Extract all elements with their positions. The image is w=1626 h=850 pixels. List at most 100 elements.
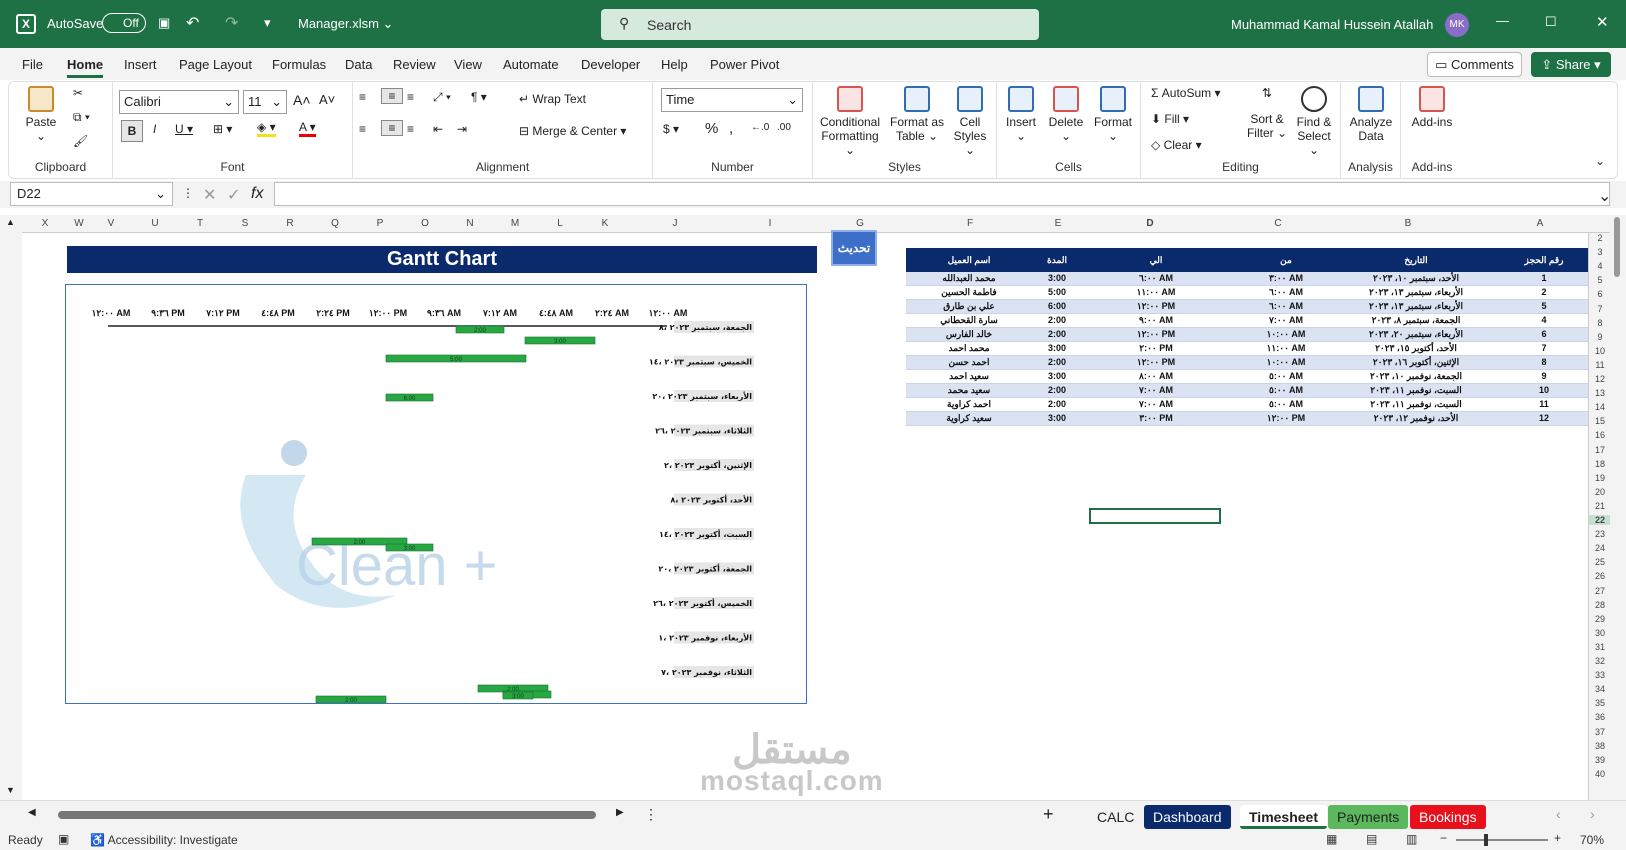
column-header[interactable]: U bbox=[151, 218, 158, 229]
zoom-in-icon[interactable]: + bbox=[1554, 831, 1561, 845]
expand-formula-icon[interactable]: ⌄ bbox=[1598, 186, 1611, 206]
customize-toolbar-icon[interactable]: ▾ bbox=[264, 15, 271, 31]
align-right-icon[interactable]: ≡ bbox=[407, 122, 414, 136]
add-sheet-icon[interactable]: + bbox=[1043, 804, 1054, 825]
row-header[interactable]: 14 bbox=[1589, 402, 1611, 412]
row-header[interactable]: 25 bbox=[1589, 557, 1611, 567]
paste-button[interactable]: Paste ⌄ bbox=[21, 86, 61, 143]
row-header[interactable]: 11 bbox=[1589, 360, 1611, 370]
menu-data[interactable]: Data bbox=[345, 57, 372, 72]
row-header[interactable]: 12 bbox=[1589, 374, 1611, 384]
menu-developer[interactable]: Developer bbox=[581, 57, 640, 72]
font-color-icon[interactable]: A ▾ bbox=[299, 120, 316, 137]
column-header[interactable]: A bbox=[1537, 218, 1544, 229]
row-header[interactable]: 2 bbox=[1589, 233, 1611, 243]
menu-review[interactable]: Review bbox=[393, 57, 436, 72]
enter-icon[interactable]: ✓ bbox=[227, 185, 240, 205]
cancel-icon[interactable]: ✕ bbox=[203, 185, 216, 205]
copy-icon[interactable]: ⧉ ▾ bbox=[73, 110, 90, 125]
user-name[interactable]: Muhammad Kamal Hussein Atallah bbox=[1231, 17, 1433, 32]
column-header[interactable]: Q bbox=[331, 218, 339, 229]
format-painter-icon[interactable]: 🖌 bbox=[73, 134, 88, 148]
page-layout-view-icon[interactable]: ▤ bbox=[1366, 832, 1377, 846]
column-header[interactable]: E bbox=[1055, 218, 1062, 229]
add-ins-button[interactable]: Add-ins bbox=[1405, 86, 1459, 129]
row-header[interactable]: 4 bbox=[1589, 261, 1611, 271]
vertical-scroll-thumb[interactable] bbox=[1614, 217, 1620, 277]
row-header[interactable]: 33 bbox=[1589, 670, 1611, 680]
minimize-icon[interactable]: — bbox=[1496, 13, 1509, 28]
row-header[interactable]: 16 bbox=[1589, 430, 1611, 440]
shrink-font-icon[interactable]: A˅ bbox=[319, 92, 335, 107]
row-header[interactable]: 18 bbox=[1589, 459, 1611, 469]
close-icon[interactable]: ✕ bbox=[1596, 13, 1609, 31]
name-box[interactable]: D22 ⌄ bbox=[10, 182, 173, 206]
sheet-tab-calc[interactable]: CALC bbox=[1088, 805, 1143, 829]
file-name[interactable]: Manager.xlsm ⌄ bbox=[298, 16, 393, 32]
row-header[interactable]: 36 bbox=[1589, 712, 1611, 722]
column-header[interactable]: X bbox=[42, 218, 49, 229]
scroll-up-icon[interactable]: ▲ bbox=[6, 217, 15, 227]
menu-file[interactable]: File bbox=[22, 57, 43, 72]
underline-button[interactable]: U ▾ bbox=[175, 122, 193, 136]
row-header[interactable]: 32 bbox=[1589, 656, 1611, 666]
row-header[interactable]: 19 bbox=[1589, 473, 1611, 483]
accessibility-status[interactable]: ♿ Accessibility: Investigate bbox=[90, 833, 238, 847]
row-header[interactable]: 40 bbox=[1589, 769, 1611, 779]
analyze-data-button[interactable]: Analyze Data bbox=[1345, 86, 1397, 143]
row-header[interactable]: 7 bbox=[1589, 304, 1611, 314]
menu-automate[interactable]: Automate bbox=[503, 57, 559, 72]
horizontal-scroll-thumb[interactable] bbox=[58, 811, 596, 819]
sort-filter-button[interactable]: ⇅ Sort & Filter ⌄ bbox=[1245, 86, 1289, 140]
selected-cell[interactable] bbox=[1089, 508, 1221, 524]
sheet-tab-timesheet[interactable]: Timesheet bbox=[1240, 805, 1327, 829]
percent-icon[interactable]: % bbox=[705, 120, 718, 137]
row-header[interactable]: 22 bbox=[1589, 515, 1611, 525]
decrease-indent-icon[interactable]: ⇤ bbox=[433, 122, 443, 136]
autosave-toggle[interactable]: Off bbox=[102, 13, 146, 33]
row-header[interactable]: 31 bbox=[1589, 642, 1611, 652]
row-header[interactable]: 21 bbox=[1589, 501, 1611, 511]
column-header[interactable]: P bbox=[377, 218, 384, 229]
row-header[interactable]: 8 bbox=[1589, 318, 1611, 328]
menu-home[interactable]: Home bbox=[67, 57, 104, 78]
clear-button[interactable]: ◇ Clear ▾ bbox=[1151, 138, 1202, 152]
scroll-right-icon[interactable]: ▶ bbox=[616, 807, 624, 818]
next-sheet-icon[interactable]: › bbox=[1590, 806, 1595, 822]
column-header[interactable]: I bbox=[769, 218, 772, 229]
find-select-button[interactable]: Find & Select ⌄ bbox=[1291, 86, 1337, 157]
column-header[interactable]: M bbox=[511, 218, 519, 229]
wrap-text-button[interactable]: ↵ Wrap Text bbox=[519, 92, 586, 106]
redo-icon[interactable]: ↷ bbox=[225, 13, 238, 33]
column-header[interactable]: T bbox=[197, 218, 203, 229]
rtl-icon[interactable]: ¶ ▾ bbox=[471, 90, 487, 104]
maximize-icon[interactable]: ☐ bbox=[1545, 14, 1557, 30]
row-header[interactable]: 38 bbox=[1589, 741, 1611, 751]
collapse-ribbon-icon[interactable]: ⌄ bbox=[1595, 154, 1605, 168]
zoom-out-icon[interactable]: − bbox=[1440, 831, 1447, 845]
row-header[interactable]: 6 bbox=[1589, 289, 1611, 299]
orientation-icon[interactable]: ⤢ ▾ bbox=[433, 90, 451, 105]
row-header[interactable]: 5 bbox=[1589, 275, 1611, 285]
row-header[interactable]: 29 bbox=[1589, 614, 1611, 624]
column-header[interactable]: B bbox=[1405, 218, 1412, 229]
merge-center-button[interactable]: ⊟ Merge & Center ▾ bbox=[519, 124, 626, 138]
row-header[interactable]: 20 bbox=[1589, 487, 1611, 497]
accounting-icon[interactable]: $ ▾ bbox=[663, 122, 679, 136]
menu-view[interactable]: View bbox=[454, 57, 482, 72]
column-header[interactable]: D bbox=[1146, 218, 1153, 229]
sheet-tab-payments[interactable]: Payments bbox=[1328, 805, 1409, 829]
undo-icon[interactable]: ↶ bbox=[186, 13, 199, 33]
font-size-select[interactable]: 11 ⌄ bbox=[243, 90, 287, 114]
menu-insert[interactable]: Insert bbox=[124, 57, 157, 72]
more-icon[interactable]: ⋮ bbox=[182, 186, 194, 200]
row-header[interactable]: 3 bbox=[1589, 247, 1611, 257]
row-header[interactable]: 13 bbox=[1589, 388, 1611, 398]
update-button[interactable]: تحديث bbox=[831, 230, 877, 266]
fill-color-icon[interactable]: ◈ ▾ bbox=[257, 120, 276, 137]
scroll-left-icon[interactable]: ◀ bbox=[28, 807, 36, 818]
row-header[interactable]: 26 bbox=[1589, 571, 1611, 581]
row-header[interactable]: 35 bbox=[1589, 698, 1611, 708]
formula-input[interactable] bbox=[274, 182, 1610, 206]
row-header[interactable]: 9 bbox=[1589, 332, 1611, 342]
